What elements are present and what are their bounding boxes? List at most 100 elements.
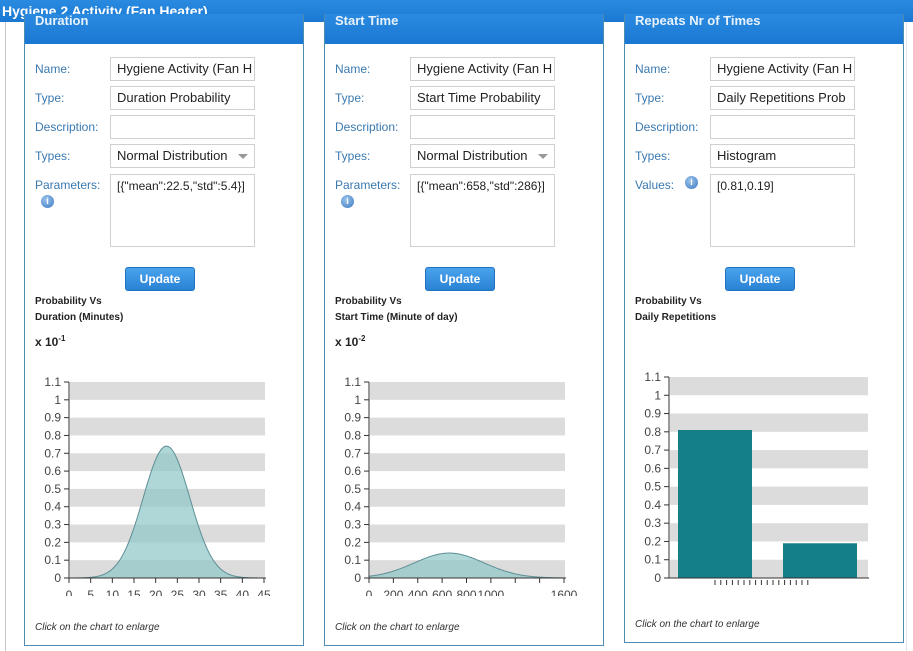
- types-label: Types:: [35, 149, 71, 163]
- description-field[interactable]: [710, 115, 855, 139]
- panel-header: Repeats Nr of Times: [625, 14, 903, 44]
- type-field[interactable]: Duration Probability: [110, 86, 255, 110]
- histogram-bar: [783, 543, 857, 578]
- values-textarea[interactable]: [0.81,0.19]: [710, 174, 855, 247]
- y-tick-label: 1: [354, 393, 361, 407]
- y-tick-label: 1.1: [44, 375, 61, 389]
- name-label: Name:: [335, 62, 371, 76]
- grid-band: [370, 453, 565, 472]
- name-label: Name:: [35, 62, 71, 76]
- x-tick-label: 1000: [478, 588, 505, 596]
- x-tick-label: 800: [456, 588, 476, 596]
- grid-band: [370, 382, 565, 400]
- panel-header: Duration: [25, 14, 303, 44]
- type-field[interactable]: Daily Repetitions Prob: [710, 86, 855, 110]
- y-tick-label: 0.3: [44, 518, 61, 532]
- type-field[interactable]: Start Time Probability: [410, 86, 555, 110]
- types-label: Types:: [635, 149, 671, 163]
- chart-caption-prefix: Probability Vs: [35, 296, 102, 307]
- grid-band: [370, 417, 565, 436]
- enlarge-hint: Click on the chart to enlarge: [635, 619, 760, 630]
- description-label: Description:: [335, 120, 399, 134]
- y-tick-label: 0.9: [644, 407, 661, 421]
- y-tick-label: 0.2: [344, 535, 361, 549]
- panel-start-time: Start Time Name: Hygiene Activity (Fan H…: [324, 14, 604, 646]
- y-tick-label: 0.8: [644, 425, 661, 439]
- chart-caption: Daily Repetitions: [635, 312, 717, 323]
- grid-band: [370, 488, 565, 507]
- parameters-label: Parameters:: [35, 178, 101, 192]
- x-tick-label: 5: [87, 588, 94, 596]
- y-scale-label: x 10-2: [335, 334, 366, 349]
- update-button[interactable]: Update: [125, 267, 195, 291]
- name-field[interactable]: Hygiene Activity (Fan H: [410, 57, 555, 81]
- info-icon[interactable]: i: [685, 176, 698, 189]
- types-dropdown[interactable]: Normal Distribution: [110, 144, 255, 168]
- grid-band: [670, 377, 868, 396]
- chart-caption-prefix: Probability Vs: [635, 296, 702, 307]
- update-button[interactable]: Update: [425, 267, 495, 291]
- panel-title: Start Time: [335, 14, 399, 28]
- chart-caption: Duration (Minutes): [35, 312, 124, 323]
- x-tick-label: 200: [383, 588, 403, 596]
- info-icon[interactable]: i: [341, 195, 354, 208]
- y-scale-label: x 10-1: [35, 334, 66, 349]
- x-tick-label: 35: [214, 588, 228, 596]
- update-button[interactable]: Update: [725, 267, 795, 291]
- y-tick-label: 0.3: [644, 516, 661, 530]
- y-tick-label: 0.5: [44, 482, 61, 496]
- x-tick-label: 30: [192, 588, 206, 596]
- chart[interactable]: 0 200 400 600 800 1000 1600 0 0.1 0.2 0.3 0.4 0.5 0.6…: [325, 356, 605, 596]
- y-tick-label: 0: [354, 571, 361, 585]
- y-tick-label: 0.4: [644, 498, 661, 512]
- panel-title: Duration: [35, 14, 89, 28]
- x-tick-label: 1600: [551, 588, 578, 596]
- grid-band: [670, 413, 868, 432]
- types-field[interactable]: Histogram: [710, 144, 855, 168]
- panel-title: Repeats Nr of Times: [635, 14, 761, 28]
- description-label: Description:: [635, 120, 699, 134]
- y-tick-label: 1.1: [344, 375, 361, 389]
- type-label: Type:: [335, 91, 365, 105]
- y-tick-label: 0.7: [344, 446, 361, 460]
- x-tick-label: 45: [257, 588, 271, 596]
- y-tick-label: 0: [54, 571, 61, 585]
- x-tick-label: 10: [106, 588, 120, 596]
- enlarge-hint: Click on the chart to enlarge: [335, 622, 460, 633]
- values-label: Values:: [635, 178, 675, 192]
- description-label: Description:: [35, 120, 99, 134]
- x-tick-label: 20: [149, 588, 163, 596]
- y-tick-label: 0.3: [344, 518, 361, 532]
- description-field[interactable]: [110, 115, 255, 139]
- right-divider: [906, 22, 907, 651]
- grid-band: [70, 417, 265, 436]
- y-tick-label: 1.1: [644, 370, 661, 384]
- name-field[interactable]: Hygiene Activity (Fan H: [710, 57, 855, 81]
- y-tick-label: 0.9: [44, 411, 61, 425]
- x-tick-label: 40: [236, 588, 250, 596]
- y-tick-label: 0.4: [44, 500, 61, 514]
- grid-band: [70, 382, 265, 400]
- x-tick-label: 400: [408, 588, 428, 596]
- y-tick-label: 0.6: [644, 461, 661, 475]
- y-tick-label: 0.2: [44, 535, 61, 549]
- parameters-textarea[interactable]: [{"mean":22.5,"std":5.4}]: [110, 174, 255, 247]
- y-tick-label: 0.8: [344, 428, 361, 442]
- info-icon[interactable]: i: [41, 195, 54, 208]
- y-tick-label: 0.2: [644, 534, 661, 548]
- types-label: Types:: [335, 149, 371, 163]
- description-field[interactable]: [410, 115, 555, 139]
- name-field[interactable]: Hygiene Activity (Fan H: [110, 57, 255, 81]
- y-tick-label: 0.1: [344, 553, 361, 567]
- chart[interactable]: 00.20.40.60.81.100.10.20.30.40.50.60.70.…: [625, 352, 905, 592]
- types-value: Normal Distribution: [117, 148, 228, 163]
- y-tick-label: 1: [654, 388, 661, 402]
- name-label: Name:: [635, 62, 671, 76]
- parameters-textarea[interactable]: [{"mean":658,"std":286}]: [410, 174, 555, 247]
- y-tick-label: 0.4: [344, 500, 361, 514]
- chart[interactable]: 0 5 10 15 20 25 30 35 40 45 0 0.1 0.2 0.3 0.4 0.5 0.6 0.7…: [25, 356, 305, 596]
- types-dropdown[interactable]: Normal Distribution: [410, 144, 555, 168]
- x-tick-label: 0: [66, 588, 73, 596]
- y-tick-label: 0.5: [644, 480, 661, 494]
- x-tick-label: 0: [366, 588, 373, 596]
